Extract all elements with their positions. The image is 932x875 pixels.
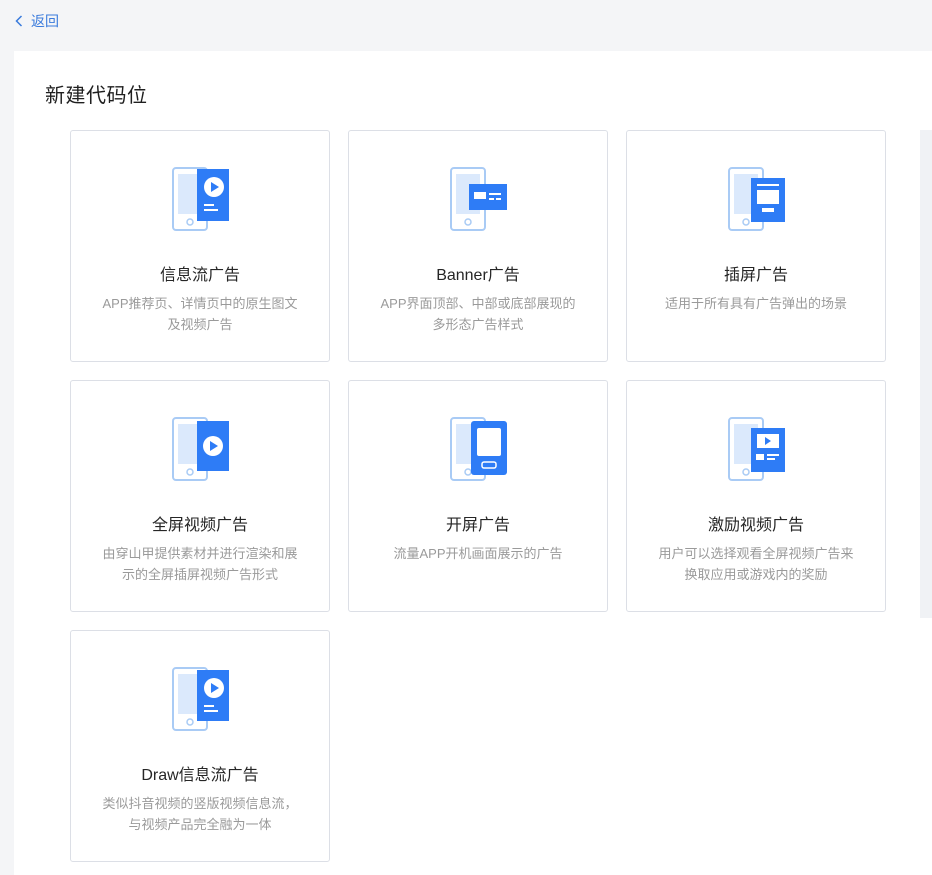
card-title: 全屏视频广告 xyxy=(151,517,248,534)
card-desc: APP界面顶部、中部或底部展现的多形态广告样式 xyxy=(380,296,576,332)
card-title: 开屏广告 xyxy=(445,517,510,534)
fullscreen-video-ad-icon xyxy=(172,417,229,481)
card-title: 插屏广告 xyxy=(723,267,788,284)
card-title: 信息流广告 xyxy=(159,267,240,284)
card-title: 激励视频广告 xyxy=(707,517,804,534)
chevron-left-icon xyxy=(15,15,23,27)
ad-type-card-interstitial[interactable]: 插屏广告 适用于所有具有广告弹出的场景 xyxy=(626,130,886,362)
ad-type-card-feed[interactable]: 信息流广告 APP推荐页、详情页中的原生图文及视频广告 xyxy=(70,130,330,362)
feed-ad-icon xyxy=(172,167,229,231)
back-link[interactable]: 返回 xyxy=(15,11,59,31)
ad-type-card-draw-feed[interactable]: Draw信息流广告 类似抖音视频的竖版视频信息流，与视频产品完全融为一体 xyxy=(70,630,330,862)
ad-type-card-splash[interactable]: 开屏广告 流量APP开机画面展示的广告 xyxy=(348,380,608,612)
back-label: 返回 xyxy=(31,13,59,29)
ad-type-card-rewarded-video[interactable]: 激励视频广告 用户可以选择观看全屏视频广告来换取应用或游戏内的奖励 xyxy=(626,380,886,612)
ad-type-card-banner[interactable]: Banner广告 APP界面顶部、中部或底部展现的多形态广告样式 xyxy=(348,130,608,362)
side-strip xyxy=(920,130,932,618)
interstitial-ad-icon xyxy=(728,167,785,231)
draw-feed-ad-icon xyxy=(172,667,229,731)
banner-ad-icon xyxy=(450,167,507,231)
card-desc: 由穿山甲提供素材并进行渲染和展示的全屏插屏视频广告形式 xyxy=(102,546,298,582)
main-panel: 新建代码位 信息流广告 APP推荐页、详情页中的原生图文及视频广告 Banner… xyxy=(14,51,932,875)
card-desc: APP推荐页、详情页中的原生图文及视频广告 xyxy=(102,296,298,332)
splash-ad-icon xyxy=(450,417,507,481)
ad-type-card-fullscreen-video[interactable]: 全屏视频广告 由穿山甲提供素材并进行渲染和展示的全屏插屏视频广告形式 xyxy=(70,380,330,612)
card-desc: 流量APP开机画面展示的广告 xyxy=(393,546,563,561)
card-title: Banner广告 xyxy=(436,267,520,284)
card-desc: 用户可以选择观看全屏视频广告来换取应用或游戏内的奖励 xyxy=(658,546,854,582)
rewarded-video-ad-icon xyxy=(728,417,785,481)
page-title: 新建代码位 xyxy=(45,85,148,107)
card-desc: 类似抖音视频的竖版视频信息流，与视频产品完全融为一体 xyxy=(102,796,298,832)
card-desc: 适用于所有具有广告弹出的场景 xyxy=(664,296,847,311)
card-title: Draw信息流广告 xyxy=(141,767,259,784)
